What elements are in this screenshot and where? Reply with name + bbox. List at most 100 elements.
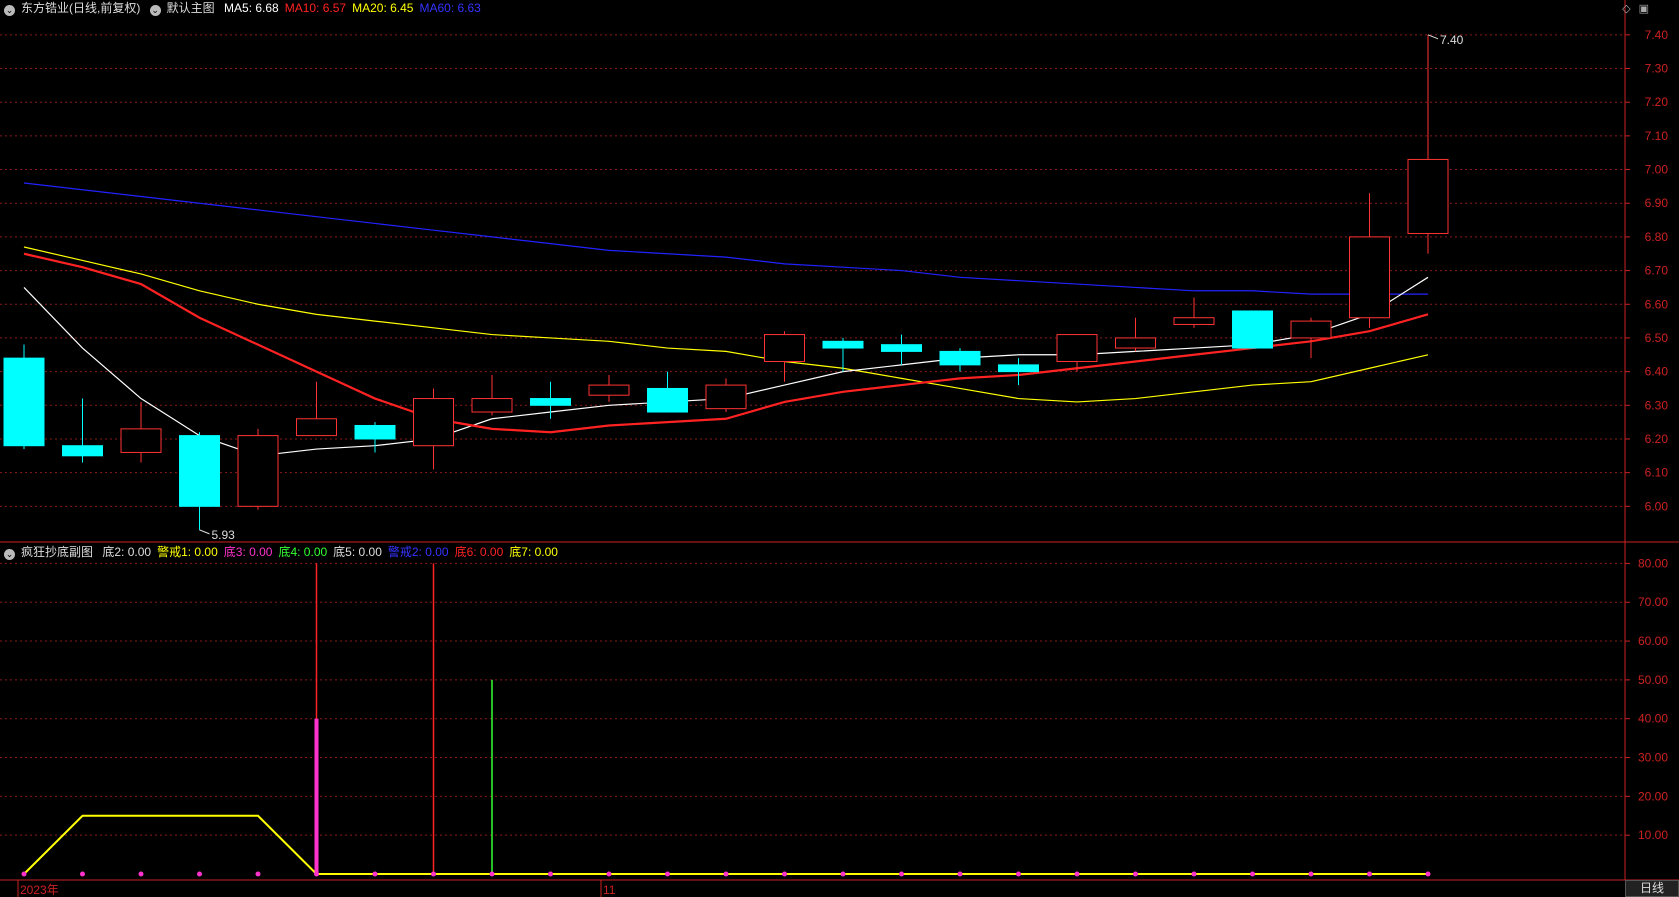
indicator-line: [23, 814, 1428, 875]
indicator-dot: [80, 871, 85, 877]
indicator-toggle-icon[interactable]: ⌄: [4, 5, 15, 16]
candle: [62, 398, 103, 463]
candle-body: [296, 418, 337, 437]
sub-legend-item: 底3: 0.00: [223, 545, 273, 559]
indicator-tick-label: 30.00: [1638, 751, 1668, 765]
candle-body: [998, 364, 1039, 373]
indicator-dot: [372, 871, 378, 877]
candle: [354, 422, 396, 453]
price-tick-label: 6.60: [1645, 297, 1669, 311]
sub-legend-item: 底5: 0.00: [333, 545, 382, 559]
candle-body: [1173, 317, 1215, 325]
candle: [1173, 297, 1215, 328]
price-tick-label: 6.40: [1645, 365, 1669, 379]
indicator-dot: [1250, 871, 1255, 877]
indicator-dot: [1074, 871, 1080, 877]
window-controls: ◇ ▣: [1614, 2, 1649, 15]
price-tick-label: 6.20: [1645, 432, 1669, 446]
stock-title: 东方锆业(日线,前复权): [21, 1, 141, 15]
main-legend-item: MA10: 6.57: [284, 1, 347, 15]
main-legend-item: MA20: 6.45: [352, 1, 414, 15]
diamond-icon[interactable]: ◇: [1622, 3, 1630, 15]
main-legend-item: MA5: 6.68: [224, 1, 279, 15]
candle-body: [120, 428, 162, 453]
indicator-tick-label: 60.00: [1638, 634, 1668, 648]
sub-legend-item: 底4: 0.00: [278, 545, 328, 559]
price-tick-label: 7.20: [1645, 95, 1669, 109]
annotation-label: 7.40: [1440, 33, 1464, 47]
indicator-dot: [606, 871, 612, 877]
candle-body: [413, 398, 454, 447]
ma60-line: [23, 182, 1428, 295]
candle-body: [705, 384, 747, 410]
candle: [471, 374, 513, 416]
indicator-dot: [431, 871, 436, 877]
indicator-tick-label: 80.00: [1638, 556, 1668, 570]
indicator-dot: [489, 871, 495, 877]
main-indicator-name[interactable]: 默认主图: [167, 1, 215, 15]
indicator-dot: [1191, 871, 1197, 877]
indicator-toggle-icon[interactable]: ⌄: [149, 5, 161, 16]
indicator-dot: [723, 871, 729, 877]
indicator-dot: [899, 871, 904, 877]
indicator-tick-label: 50.00: [1638, 673, 1668, 687]
indicator-tick-label: 20.00: [1638, 789, 1668, 803]
candle: [881, 334, 922, 365]
indicator-dot: [197, 871, 202, 877]
indicator-dot: [1308, 871, 1314, 877]
candle: [1290, 317, 1332, 359]
main-legend: ⌄ 东方锆业(日线,前复权) ⌄ 默认主图 MA5: 6.68 MA10: 6.57 M…: [4, 0, 493, 16]
restore-icon[interactable]: ▣: [1639, 3, 1649, 15]
candle-body: [1115, 337, 1156, 349]
candle: [3, 344, 45, 450]
candle-body: [1290, 320, 1332, 339]
candle-body: [939, 350, 981, 366]
indicator-dot: [782, 871, 787, 877]
price-tick-label: 7.30: [1645, 62, 1669, 76]
indicator-toggle-icon[interactable]: ⌄: [4, 549, 15, 560]
candle-body: [179, 435, 220, 507]
candle: [179, 432, 220, 530]
indicator-dot: [1425, 871, 1431, 877]
price-tick-label: 7.00: [1645, 163, 1669, 177]
indicator-bar: [314, 718, 319, 874]
price-tick-label: 6.80: [1645, 230, 1669, 244]
indicator-dot: [314, 871, 319, 877]
indicator-dot: [1367, 871, 1372, 877]
indicator-dot: [665, 871, 670, 877]
indicator-dot: [957, 871, 963, 877]
candle: [296, 381, 337, 437]
candle-body: [3, 357, 45, 447]
sub-indicator-name[interactable]: 疯狂抄底副图: [21, 545, 93, 559]
indicator-tick-label: 10.00: [1638, 828, 1668, 842]
candle: [939, 348, 981, 372]
candle-body: [1232, 310, 1273, 349]
candle-body: [1349, 236, 1390, 319]
indicator-dot: [255, 871, 261, 877]
candle: [120, 401, 162, 463]
candle-body: [881, 344, 922, 352]
candle-body: [647, 387, 688, 413]
annotation-pointer: [199, 529, 210, 535]
price-tick-label: 6.10: [1645, 466, 1669, 480]
candle-body: [1056, 334, 1098, 363]
time-label: 11: [603, 883, 616, 897]
candle-body: [62, 445, 103, 457]
indicator-dot: [1016, 871, 1021, 877]
annotation-pointer: [1427, 34, 1439, 40]
candle-body: [822, 340, 864, 349]
price-tick-label: 6.50: [1645, 331, 1669, 345]
indicator-dot: [548, 871, 553, 877]
candle: [998, 358, 1039, 386]
sub-legend-item: 警戒1: 0.00: [157, 545, 218, 559]
candle-body: [471, 398, 513, 413]
candle: [413, 388, 454, 470]
sub-legend-item: 底2: 0.00: [102, 545, 152, 559]
candle-body: [1407, 158, 1449, 235]
indicator-tick-label: 40.00: [1638, 712, 1668, 726]
price-tick-label: 6.70: [1645, 264, 1669, 278]
period-button[interactable]: 日线: [1625, 880, 1679, 897]
candle: [588, 374, 630, 402]
indicator-dot: [138, 871, 144, 877]
main-legend-item: MA60: 6.63: [419, 1, 481, 15]
